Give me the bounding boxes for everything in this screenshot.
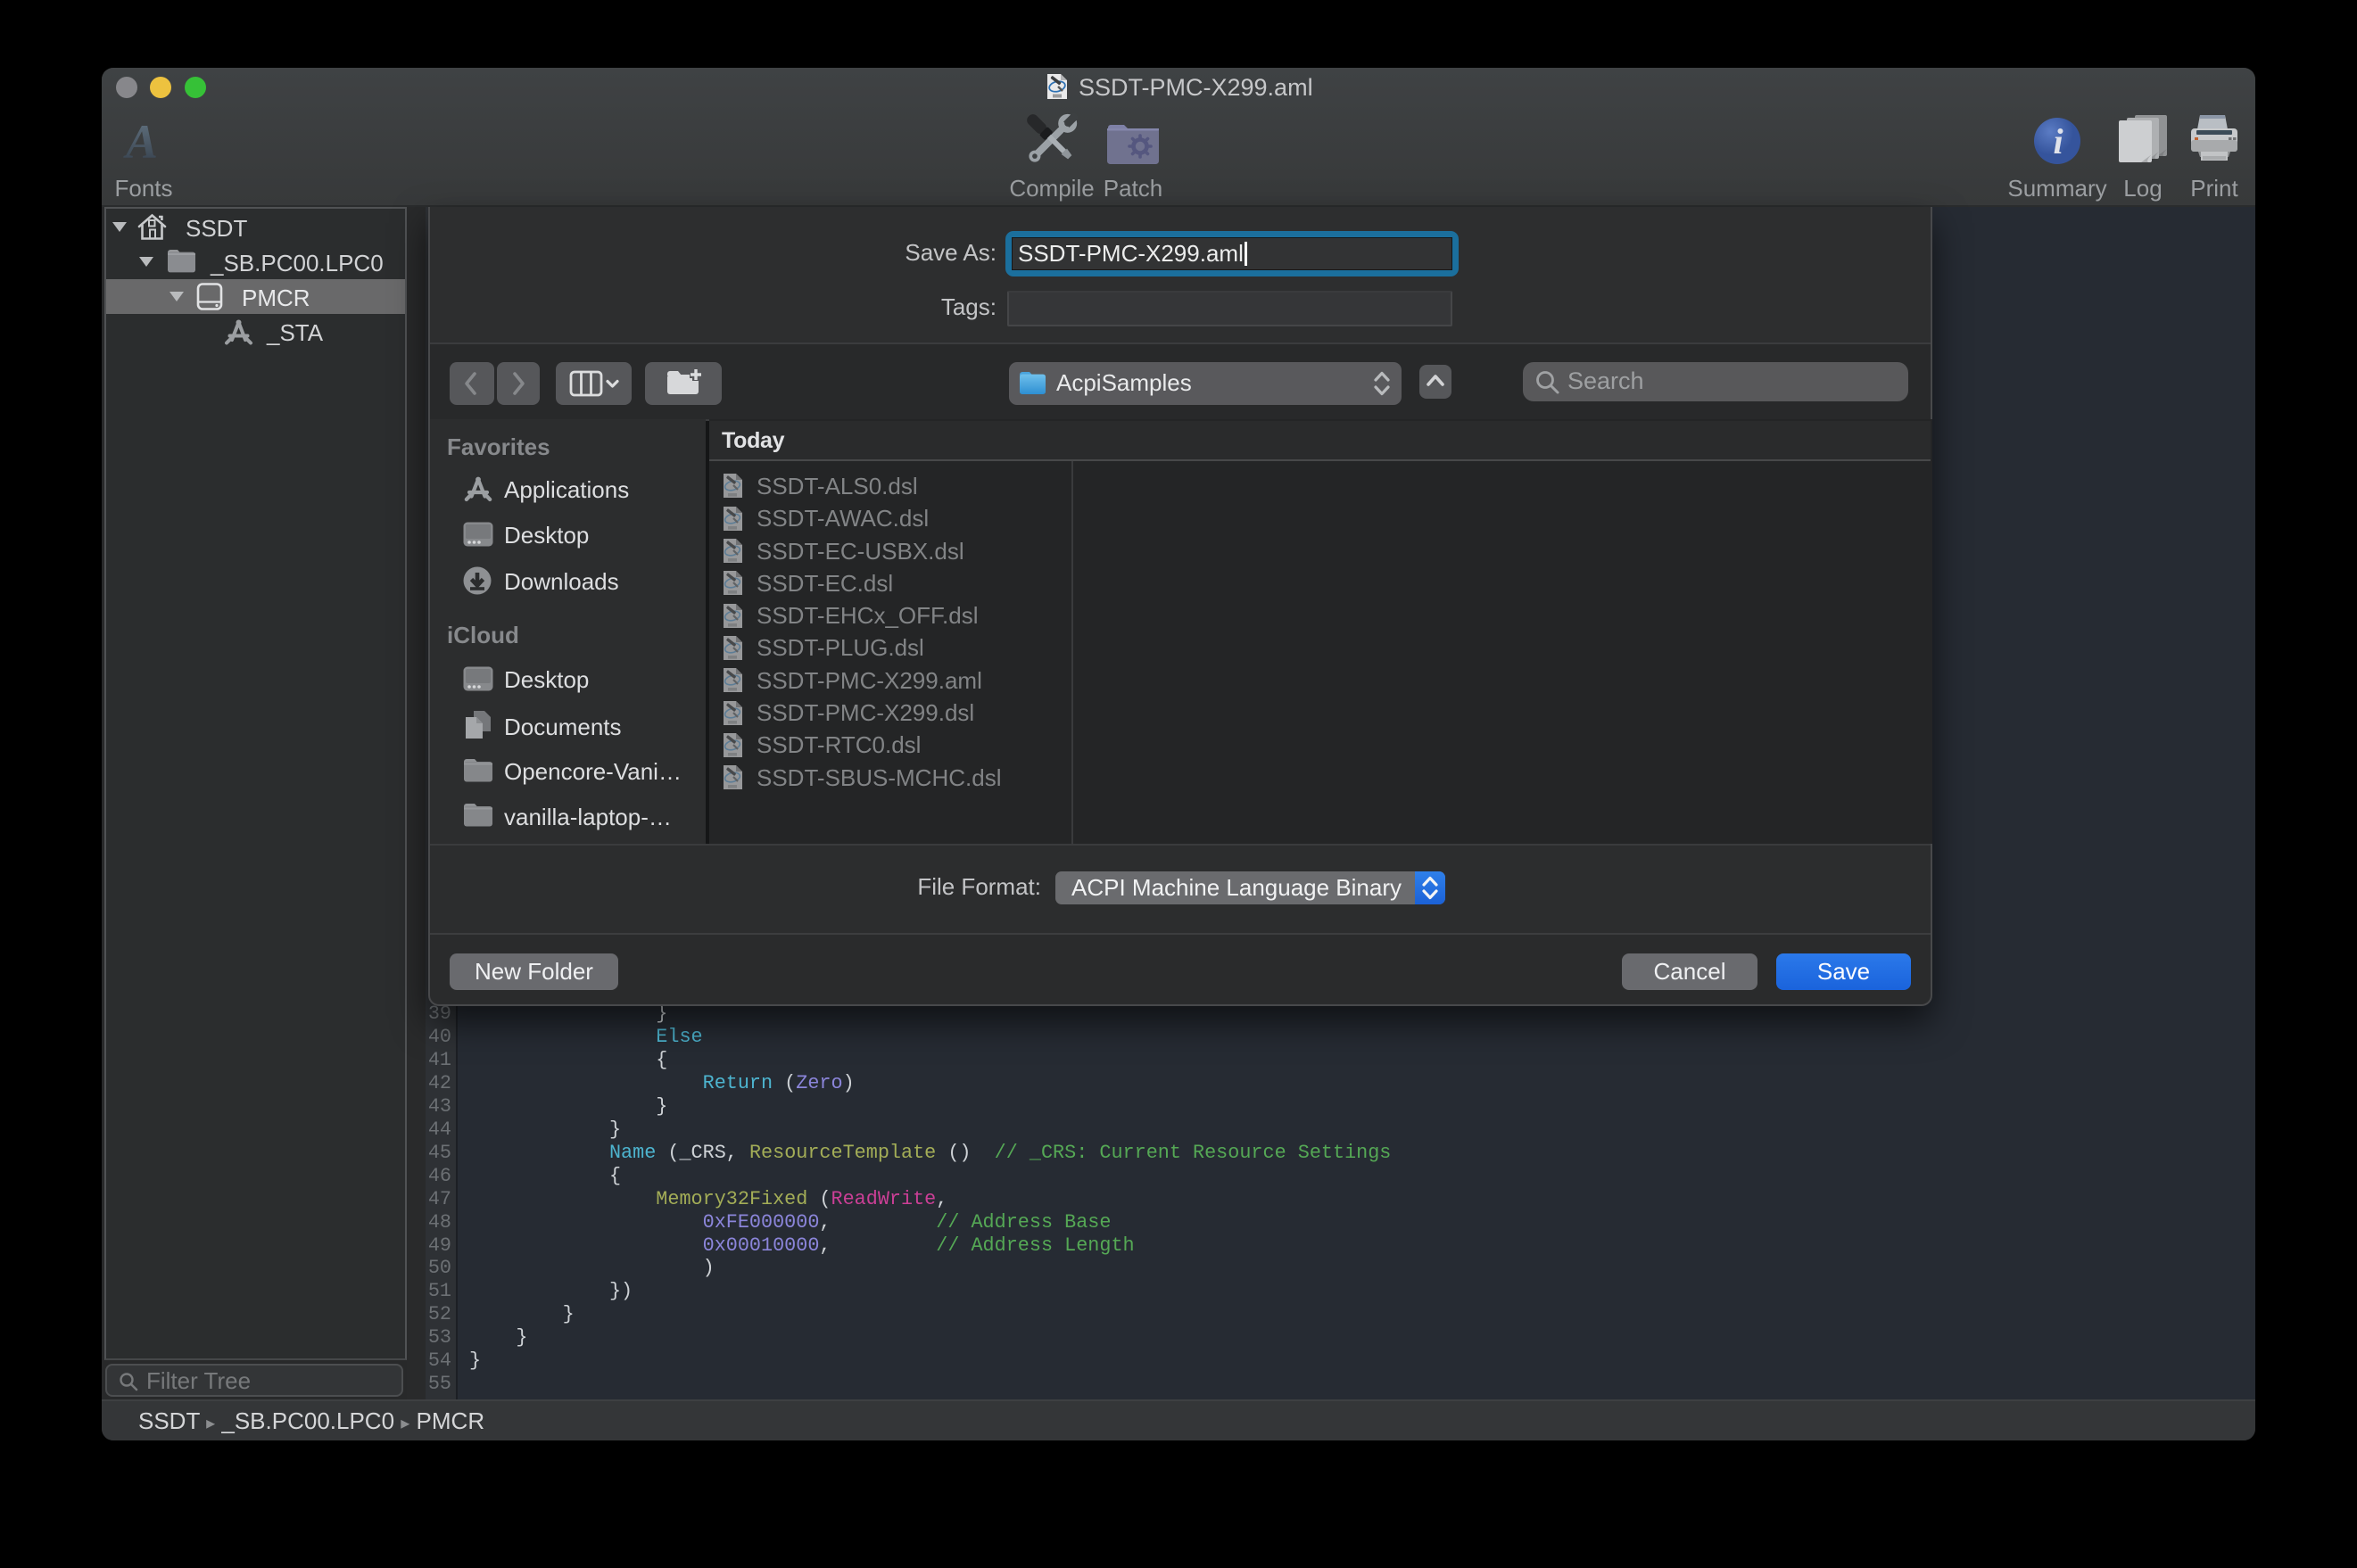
svg-text:i: i xyxy=(2053,121,2063,161)
